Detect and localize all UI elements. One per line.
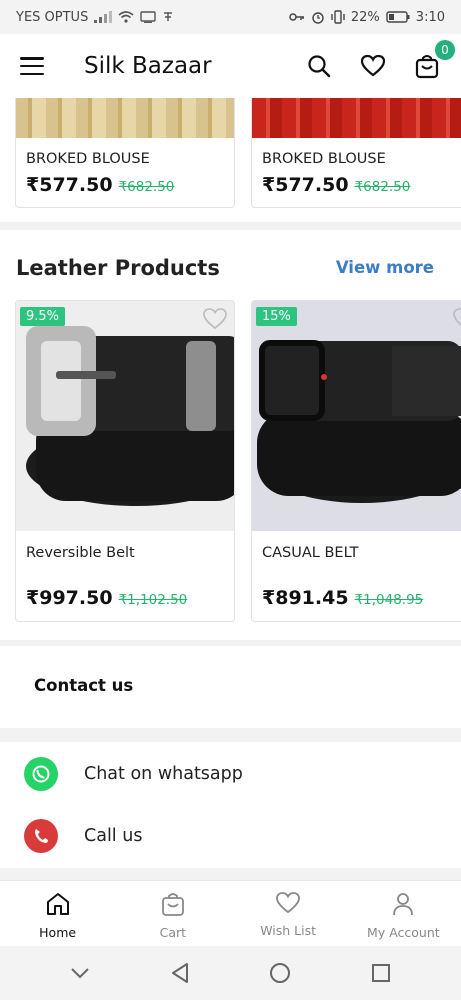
call-label: Call us <box>84 826 143 846</box>
call-us-row[interactable]: Call us <box>24 819 142 853</box>
view-more-link[interactable]: View more <box>336 258 434 277</box>
nav-label: Home <box>39 925 77 940</box>
home-icon <box>46 893 69 915</box>
bottom-navigation: Home Cart Wish List My Account <box>0 880 461 946</box>
clock: 3:10 <box>415 9 445 25</box>
product-price: ₹577.50 ₹682.50 <box>26 174 175 196</box>
product-image <box>16 98 234 138</box>
product-card[interactable]: 15% CASUAL BELT ₹891.45 ₹1,048.95 <box>251 300 461 622</box>
discount-badge: 15% <box>256 307 297 326</box>
nav-wishlist[interactable]: Wish List <box>231 881 346 946</box>
heart-icon <box>360 54 386 77</box>
product-image <box>16 301 234 531</box>
battery-icon <box>386 11 410 23</box>
heart-icon <box>276 892 301 914</box>
whatsapp-label: Chat on whatsapp <box>84 764 243 784</box>
product-price: ₹577.50 ₹682.50 <box>262 174 411 196</box>
product-card[interactable]: 9.5% Reversible Belt ₹997.50 ₹1,102.50 <box>15 300 235 622</box>
alarm-icon <box>312 12 324 24</box>
app-header: Silk Bazaar 0 <box>0 34 461 98</box>
notification-icon <box>164 12 173 21</box>
cast-icon <box>140 11 157 23</box>
home-circle-icon[interactable] <box>269 962 291 984</box>
wifi-icon <box>118 11 134 23</box>
cart-icon <box>161 893 184 916</box>
section-title: Leather Products <box>16 256 220 280</box>
product-old-price: ₹1,102.50 <box>118 592 188 608</box>
nav-cart[interactable]: Cart <box>115 881 230 946</box>
cart-icon <box>415 55 439 79</box>
nav-account[interactable]: My Account <box>346 881 461 946</box>
system-navigation-bar <box>0 946 461 1000</box>
back-icon[interactable] <box>170 962 190 984</box>
wishlist-button[interactable] <box>359 52 387 80</box>
product-name: BROKED BLOUSE <box>262 151 386 167</box>
user-icon <box>393 893 414 916</box>
product-name: BROKED BLOUSE <box>26 151 150 167</box>
product-price: ₹891.45 ₹1,048.95 <box>262 587 424 609</box>
vibrate-icon <box>331 10 345 24</box>
battery-percent: 22% <box>350 9 380 25</box>
nav-home[interactable]: Home <box>0 881 115 946</box>
phone-icon <box>24 819 58 853</box>
signal-icon <box>94 11 113 23</box>
discount-badge: 9.5% <box>20 307 66 326</box>
search-button[interactable] <box>305 52 333 80</box>
product-image <box>252 98 461 138</box>
nav-label: My Account <box>367 925 440 940</box>
heart-outline-icon[interactable] <box>202 307 228 331</box>
whatsapp-icon <box>24 757 58 791</box>
scroll-content[interactable]: BROKED BLOUSE ₹577.50 ₹682.50 BROKED BLOU… <box>0 98 461 880</box>
product-price: ₹997.50 ₹1,102.50 <box>26 587 188 609</box>
app-title: Silk Bazaar <box>84 53 212 79</box>
key-icon <box>289 13 304 21</box>
product-old-price: ₹682.50 <box>354 179 411 195</box>
status-bar: YES OPTUS 22% 3:10 <box>0 0 461 34</box>
carrier-label: YES OPTUS <box>16 9 89 25</box>
product-old-price: ₹682.50 <box>118 179 175 195</box>
nav-label: Wish List <box>260 923 317 938</box>
cart-button[interactable]: 0 <box>413 40 455 80</box>
nav-label: Cart <box>159 925 187 940</box>
product-name: CASUAL BELT <box>262 545 359 561</box>
search-icon <box>308 55 331 78</box>
whatsapp-chat-row[interactable]: Chat on whatsapp <box>24 757 243 791</box>
product-name: Reversible Belt <box>26 545 135 561</box>
hamburger-menu-icon[interactable] <box>20 57 44 75</box>
heart-outline-icon[interactable] <box>452 307 461 331</box>
recents-square-icon[interactable] <box>371 963 391 983</box>
chevron-down-icon[interactable] <box>70 967 90 979</box>
product-image <box>252 301 461 531</box>
product-card[interactable]: BROKED BLOUSE ₹577.50 ₹682.50 <box>15 98 235 208</box>
product-card[interactable]: BROKED BLOUSE ₹577.50 ₹682.50 <box>251 98 461 208</box>
cart-count-badge: 0 <box>435 40 455 60</box>
product-old-price: ₹1,048.95 <box>354 592 424 608</box>
contact-title: Contact us <box>34 676 134 695</box>
